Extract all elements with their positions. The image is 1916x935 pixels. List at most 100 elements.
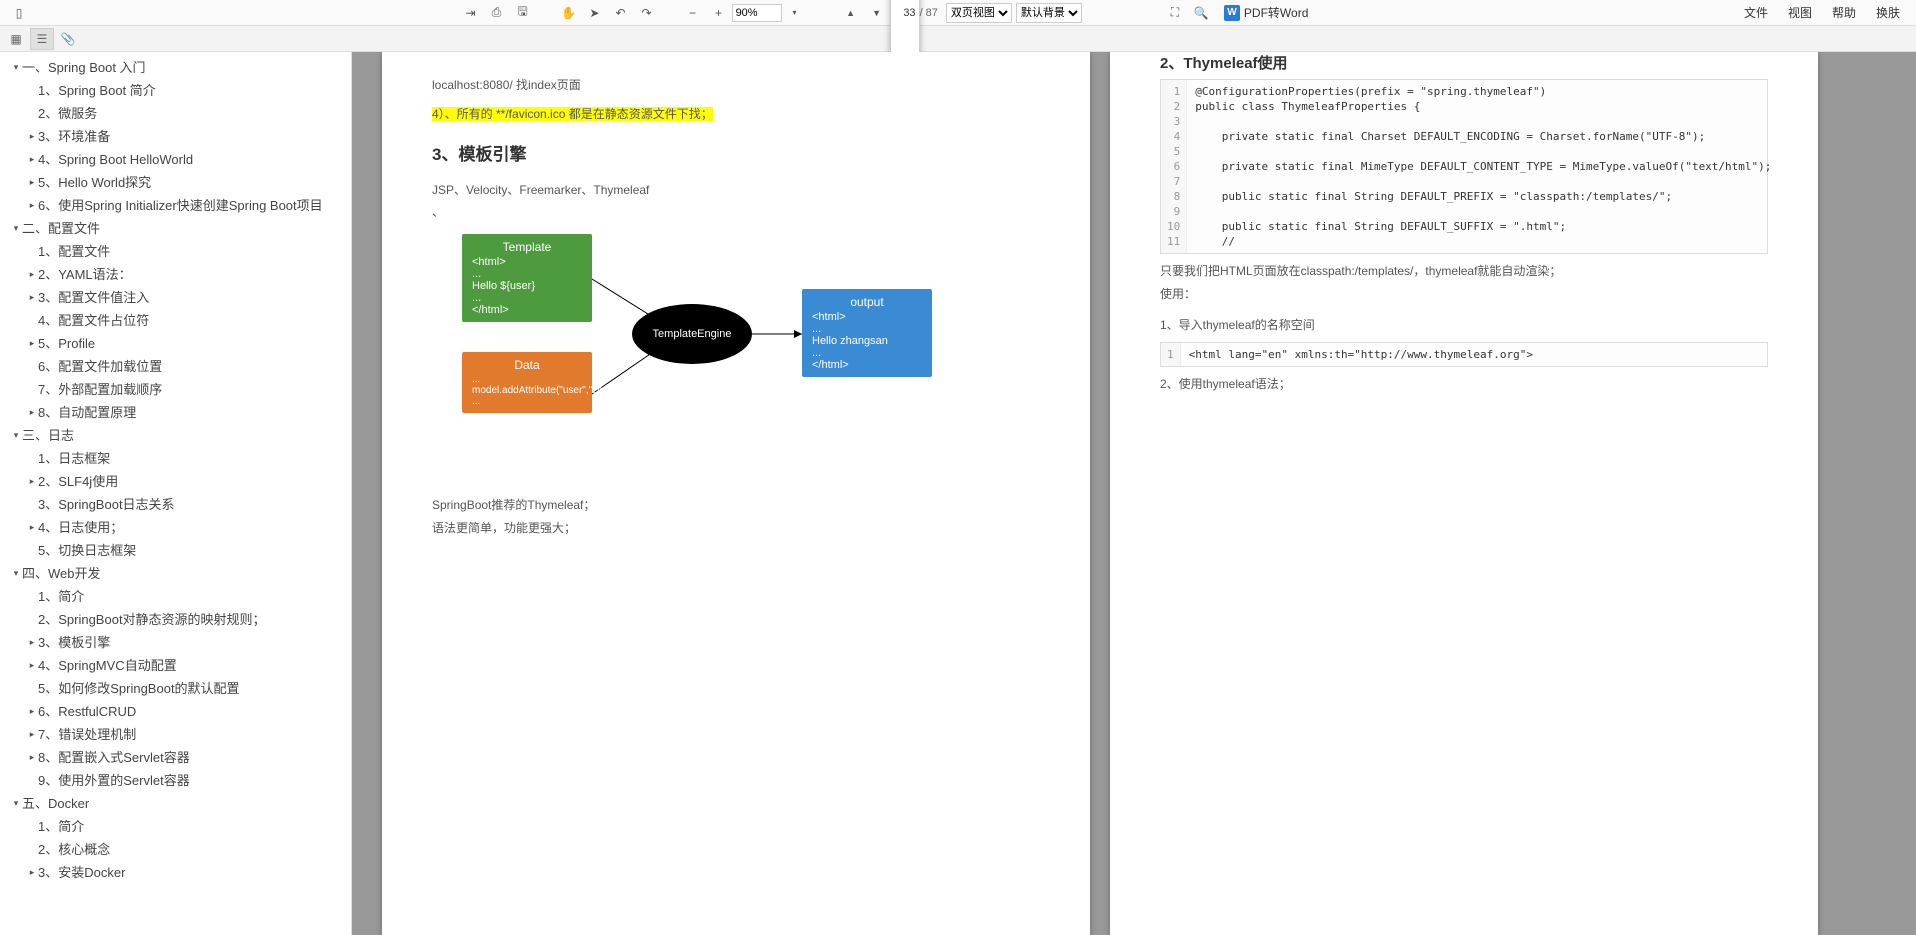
outline-toggle-icon[interactable]: ▸ (26, 702, 38, 721)
outline-item[interactable]: ▾二、配置文件 (0, 217, 351, 240)
background-select[interactable]: 默认背景 (1016, 3, 1082, 23)
outline-item[interactable]: 5、如何修改SpringBoot的默认配置 (0, 677, 351, 700)
print-icon[interactable]: ⎙ (487, 3, 507, 23)
outline-toggle-icon[interactable]: ▸ (26, 127, 38, 146)
outline-item[interactable]: 2、SpringBoot对静态资源的映射规则； (0, 608, 351, 631)
outline-item[interactable]: ▸3、模板引擎 (0, 631, 351, 654)
outline-item[interactable]: 3、SpringBoot日志关系 (0, 493, 351, 516)
menu-view[interactable]: 视图 (1788, 4, 1812, 21)
spread-select[interactable]: 双页视图 (946, 3, 1012, 23)
outline-item[interactable]: ▸4、Spring Boot HelloWorld (0, 148, 351, 171)
outline-item[interactable]: ▸5、Profile (0, 332, 351, 355)
outline-toggle-icon[interactable]: ▾ (10, 426, 22, 445)
outline-item[interactable]: 1、配置文件 (0, 240, 351, 263)
outline-item[interactable]: 2、核心概念 (0, 838, 351, 861)
menu-help[interactable]: 帮助 (1832, 4, 1856, 21)
zoom-dropdown-icon[interactable]: ▾ (785, 3, 805, 23)
outline-sidebar[interactable]: ▾一、Spring Boot 入门1、Spring Boot 简介2、微服务▸3… (0, 52, 352, 935)
outline-item[interactable]: 2、微服务 (0, 102, 351, 125)
outline-item[interactable]: 1、简介 (0, 585, 351, 608)
outline-toggle-icon[interactable]: ▾ (10, 219, 22, 238)
outline-item[interactable]: ▸6、RestfulCRUD (0, 700, 351, 723)
outline-item[interactable]: ▸2、YAML语法： (0, 263, 351, 286)
outline-item[interactable]: ▸4、SpringMVC自动配置 (0, 654, 351, 677)
prev-page-icon[interactable]: ▲ (841, 3, 861, 23)
outline-toggle-icon[interactable]: ▸ (26, 725, 38, 744)
outline-tab-icon[interactable]: ☰ (30, 28, 54, 50)
outline-item[interactable]: ▸3、配置文件值注入 (0, 286, 351, 309)
outline-item[interactable]: ▾三、日志 (0, 424, 351, 447)
outline-toggle-icon[interactable]: ▸ (26, 633, 38, 652)
zoom-in-icon[interactable]: + (709, 3, 729, 23)
outline-item[interactable]: 4、配置文件占位符 (0, 309, 351, 332)
section-heading: 3、模板引擎 (432, 140, 1040, 165)
sidebar-toggle-icon[interactable]: ▯ (9, 3, 29, 23)
fullscreen-icon[interactable]: ⛶ (1165, 3, 1185, 23)
pdf-page-left: localhost:8080/ 找index页面 4）、所有的 **/favic… (382, 52, 1090, 935)
outline-item[interactable]: ▾四、Web开发 (0, 562, 351, 585)
attachments-tab-icon[interactable]: 📎 (56, 28, 80, 50)
outline-label: 五、Docker (22, 794, 89, 813)
outline-label: 3、模板引擎 (38, 633, 110, 652)
outline-toggle-icon[interactable]: ▸ (26, 288, 38, 307)
zoom-input[interactable] (732, 4, 782, 22)
next-page-icon[interactable]: ▼ (867, 3, 887, 23)
outline-item[interactable]: 7、外部配置加载顺序 (0, 378, 351, 401)
outline-item[interactable]: ▸3、环境准备 (0, 125, 351, 148)
save-icon[interactable]: 🖫 (513, 3, 533, 23)
outline-toggle-icon[interactable]: ▸ (26, 518, 38, 537)
open-icon[interactable]: ⇥ (461, 3, 481, 23)
outline-item[interactable]: 5、切换日志框架 (0, 539, 351, 562)
outline-label: 7、外部配置加载顺序 (38, 380, 162, 399)
outline-item[interactable]: ▸7、错误处理机制 (0, 723, 351, 746)
outline-label: 3、安装Docker (38, 863, 125, 882)
outline-toggle-icon[interactable]: ▸ (26, 863, 38, 882)
outline-toggle-icon[interactable]: ▸ (26, 334, 38, 353)
outline-item[interactable]: 1、Spring Boot 简介 (0, 79, 351, 102)
outline-toggle-icon[interactable]: ▾ (10, 794, 22, 813)
hand-tool-icon[interactable]: ✋ (559, 3, 579, 23)
outline-item[interactable]: ▸6、使用Spring Initializer快速创建Spring Boot项目 (0, 194, 351, 217)
outline-item[interactable]: ▾一、Spring Boot 入门 (0, 56, 351, 79)
outline-toggle-icon[interactable]: ▸ (26, 472, 38, 491)
outline-label: 8、自动配置原理 (38, 403, 136, 422)
outline-item[interactable]: ▸8、自动配置原理 (0, 401, 351, 424)
outline-toggle-icon[interactable]: ▾ (10, 564, 22, 583)
rotate-ccw-icon[interactable]: ↶ (611, 3, 631, 23)
text-line: JSP、Velocity、Freemarker、Thymeleaf (432, 179, 1040, 202)
outline-toggle-icon[interactable]: ▾ (10, 58, 22, 77)
outline-toggle-icon[interactable]: ▸ (26, 403, 38, 422)
outline-label: 6、使用Spring Initializer快速创建Spring Boot项目 (38, 196, 323, 215)
outline-item[interactable]: 1、简介 (0, 815, 351, 838)
outline-label: 一、Spring Boot 入门 (22, 58, 146, 77)
menu-skin[interactable]: 换肤 (1876, 4, 1900, 21)
outline-item[interactable]: ▸3、安装Docker (0, 861, 351, 884)
outline-toggle-icon[interactable]: ▸ (26, 196, 38, 215)
outline-item[interactable]: ▾五、Docker (0, 792, 351, 815)
outline-item[interactable]: 1、日志框架 (0, 447, 351, 470)
outline-item[interactable]: ▸2、SLF4j使用 (0, 470, 351, 493)
outline-toggle-icon[interactable]: ▸ (26, 173, 38, 192)
outline-toggle-icon[interactable]: ▸ (26, 265, 38, 284)
select-tool-icon[interactable]: ➤ (585, 3, 605, 23)
pdf-to-word-button[interactable]: W PDF转Word (1224, 4, 1308, 21)
outline-label: 9、使用外置的Servlet容器 (38, 771, 190, 790)
outline-item[interactable]: ▸5、Hello World探究 (0, 171, 351, 194)
outline-label: 5、切换日志框架 (38, 541, 136, 560)
search-icon[interactable]: 🔍 (1191, 3, 1211, 23)
outline-toggle-icon[interactable]: ▸ (26, 748, 38, 767)
diagram-template-box: Template <html> ... Hello ${user} ... </… (462, 234, 592, 322)
outline-toggle-icon[interactable]: ▸ (26, 150, 38, 169)
page-viewport[interactable]: localhost:8080/ 找index页面 4）、所有的 **/favic… (352, 52, 1916, 935)
outline-toggle-icon[interactable]: ▸ (26, 656, 38, 675)
outline-item[interactable]: ▸4、日志使用； (0, 516, 351, 539)
outline-label: 5、Profile (38, 334, 95, 353)
outline-label: 5、如何修改SpringBoot的默认配置 (38, 679, 240, 698)
outline-item[interactable]: 6、配置文件加载位置 (0, 355, 351, 378)
outline-item[interactable]: ▸8、配置嵌入式Servlet容器 (0, 746, 351, 769)
rotate-cw-icon[interactable]: ↷ (637, 3, 657, 23)
thumbnails-tab-icon[interactable]: ▦ (4, 28, 28, 50)
outline-item[interactable]: 9、使用外置的Servlet容器 (0, 769, 351, 792)
menu-file[interactable]: 文件 (1744, 4, 1768, 21)
zoom-out-icon[interactable]: − (683, 3, 703, 23)
